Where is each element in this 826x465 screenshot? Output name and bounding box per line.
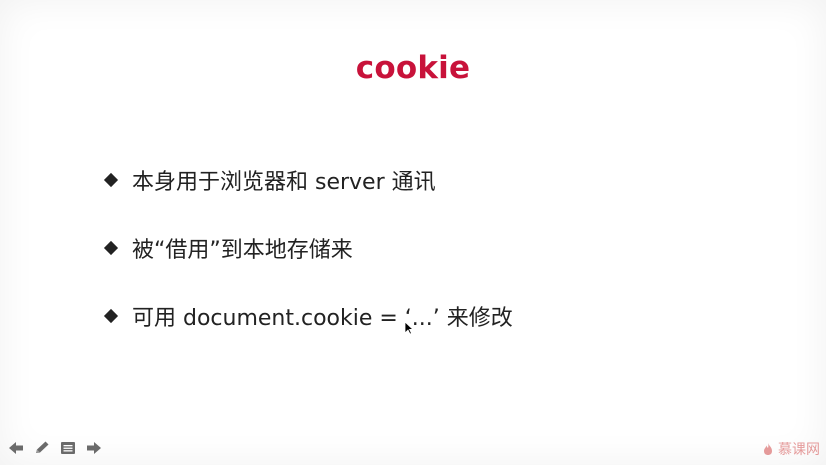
pencil-icon <box>36 441 49 453</box>
bullet-text: 可用 document.cookie = ‘...’ 来修改 <box>132 306 513 331</box>
watermark-text: 慕课网 <box>778 442 820 458</box>
slideshow-controls <box>6 439 104 457</box>
presentation-slide: cookie 本身用于浏览器和 server 通讯 被“借用”到本地存储来 可用… <box>0 0 826 465</box>
slide-title: cookie <box>355 50 471 86</box>
previous-slide-button[interactable] <box>6 439 26 457</box>
diamond-bullet-icon <box>103 240 119 256</box>
flame-logo-icon <box>764 443 772 455</box>
slide-menu-button[interactable] <box>58 439 78 457</box>
slide-menu-icon <box>61 442 75 454</box>
arrow-right-icon <box>87 442 101 454</box>
bullet-text: 被“借用”到本地存储来 <box>132 238 353 263</box>
mouse-cursor-icon <box>404 321 414 335</box>
bullet-item: 可用 document.cookie = ‘...’ 来修改 <box>100 299 750 333</box>
bullet-item: 本身用于浏览器和 server 通讯 <box>100 163 750 197</box>
bullet-item: 被“借用”到本地存储来 <box>100 231 750 265</box>
arrow-left-icon <box>9 442 23 454</box>
diamond-bullet-icon <box>103 172 119 188</box>
next-slide-button[interactable] <box>84 439 104 457</box>
bullet-list: 本身用于浏览器和 server 通讯 被“借用”到本地存储来 可用 docume… <box>100 163 750 367</box>
bullet-text: 本身用于浏览器和 server 通讯 <box>132 170 436 195</box>
pen-tool-button[interactable] <box>32 439 52 457</box>
diamond-bullet-icon <box>103 308 119 324</box>
watermark: 慕课网 <box>762 439 820 459</box>
